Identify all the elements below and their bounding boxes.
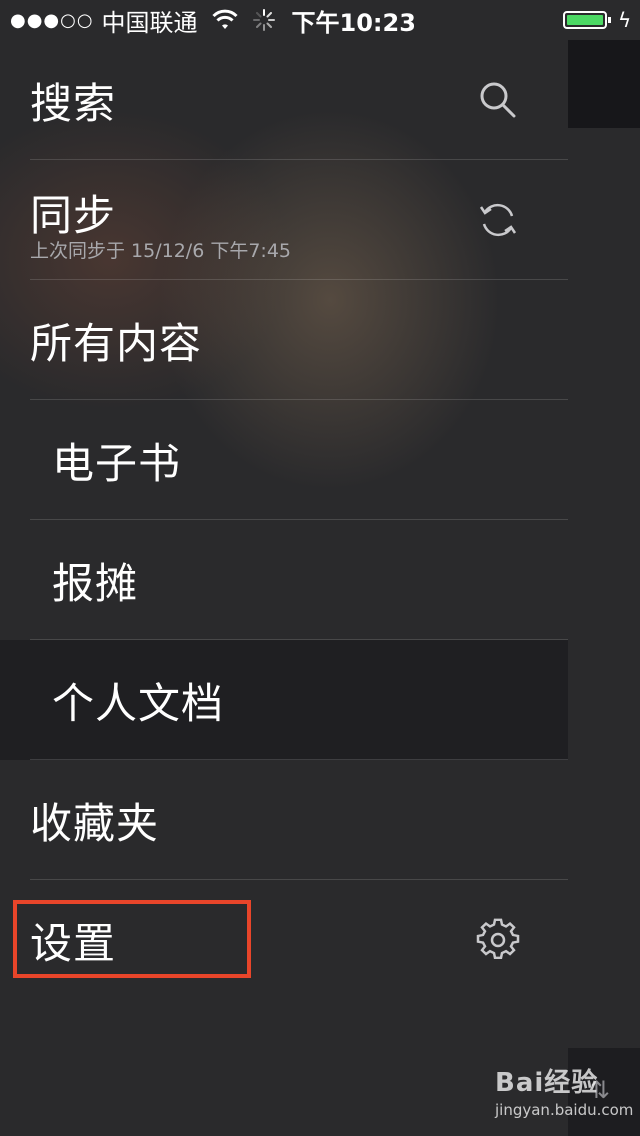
menu-item-label: 搜索 bbox=[30, 79, 117, 128]
menu-item-newsstand[interactable]: 报摊 bbox=[0, 520, 568, 640]
menu-item-ebooks[interactable]: 电子书 bbox=[0, 400, 568, 520]
watermark-url: jingyan.baidu.com bbox=[495, 1101, 634, 1119]
menu-item-label: 报摊 bbox=[52, 559, 139, 608]
side-menu: 搜索 同步 上次同步于 15/12/6 下午7:45 所有内容 电子书 报摊 个… bbox=[0, 40, 568, 1000]
carrier-name: 中国联通 bbox=[101, 8, 198, 37]
menu-item-label: 电子书 bbox=[52, 439, 182, 488]
charging-bolt-icon: ϟ bbox=[618, 8, 632, 32]
menu-item-label: 收藏夹 bbox=[30, 799, 160, 848]
battery-fill bbox=[567, 15, 603, 25]
signal-strength: ●●●○○ bbox=[10, 9, 94, 31]
status-bar: ●●●○○ 中国联通 下午10:23 ϟ bbox=[0, 0, 640, 40]
menu-item-personal-docs[interactable]: 个人文档 bbox=[0, 640, 568, 760]
menu-item-settings[interactable]: 设置 bbox=[0, 880, 568, 1000]
underlying-page-header[interactable] bbox=[568, 40, 640, 128]
menu-item-all-content[interactable]: 所有内容 bbox=[0, 280, 568, 400]
sync-icon bbox=[479, 203, 517, 237]
menu-item-label: 个人文档 bbox=[52, 679, 225, 728]
loading-spinner-icon bbox=[252, 9, 275, 31]
menu-item-label: 设置 bbox=[30, 919, 117, 968]
status-time: 下午10:23 bbox=[291, 8, 416, 37]
wifi-icon bbox=[211, 9, 238, 29]
underlying-page-content[interactable] bbox=[568, 128, 640, 1048]
search-icon bbox=[480, 82, 516, 118]
menu-item-label: 所有内容 bbox=[30, 319, 203, 368]
menu-item-search[interactable]: 搜索 bbox=[0, 40, 568, 160]
menu-item-sync[interactable]: 同步 上次同步于 15/12/6 下午7:45 bbox=[0, 160, 568, 280]
last-sync-time: 上次同步于 15/12/6 下午7:45 bbox=[30, 240, 291, 262]
menu-item-favorites[interactable]: 收藏夹 bbox=[0, 760, 568, 880]
baidu-jingyan-watermark: Bai经验 jingyan.baidu.com bbox=[495, 1062, 633, 1119]
menu-item-label: 同步 bbox=[30, 191, 117, 240]
gear-icon bbox=[476, 918, 520, 959]
battery-icon bbox=[563, 11, 611, 29]
watermark-brand: Bai经验 bbox=[495, 1068, 599, 1098]
